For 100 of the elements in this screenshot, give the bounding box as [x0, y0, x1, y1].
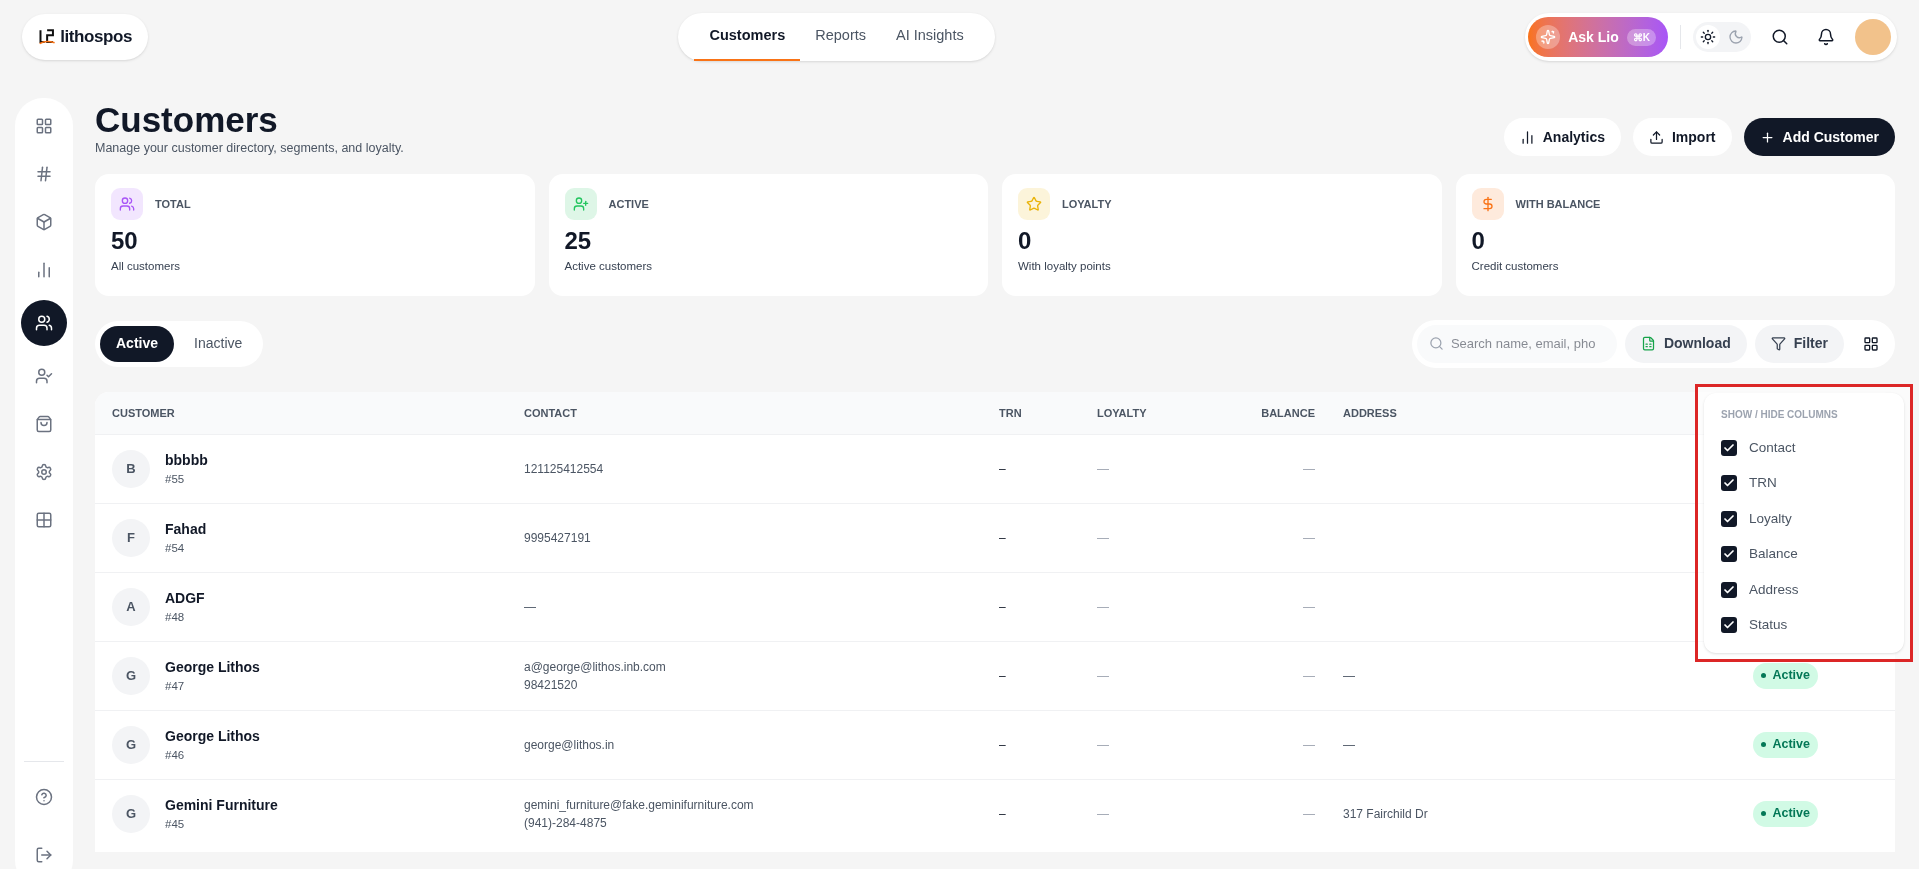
nav-tab[interactable]: Reports	[800, 13, 881, 61]
loyalty-cell-text: —	[1097, 460, 1110, 478]
page-subtitle: Manage your customer directory, segments, and loyalty.	[95, 140, 404, 157]
sparkle-icon	[1536, 25, 1561, 49]
help-icon	[35, 788, 53, 806]
upload-icon	[1649, 129, 1664, 145]
grid-icon	[1863, 335, 1879, 352]
filter-icon	[1770, 336, 1786, 352]
checkbox[interactable]	[1721, 581, 1737, 598]
check-icon	[1723, 512, 1735, 525]
initial-avatar: G	[112, 656, 150, 695]
loyalty-cell-text: —	[1097, 805, 1110, 823]
sidebar-item[interactable]	[21, 300, 67, 346]
stat-label: WITH BALANCE	[1515, 196, 1601, 212]
column-toggle[interactable]: Contact	[1721, 430, 1887, 466]
loyalty-cell-text: —	[1097, 529, 1110, 547]
bell-icon[interactable]	[1817, 28, 1835, 46]
contact-text: —	[524, 598, 537, 616]
nav-tab[interactable]: AI Insights	[881, 13, 979, 61]
stat-label: ACTIVE	[608, 196, 649, 212]
customer-id: #46	[165, 747, 186, 763]
customer-name: ADGF	[165, 588, 205, 608]
hash-icon	[35, 165, 53, 183]
search-icon	[1428, 335, 1444, 351]
trn-cell-text: –	[999, 805, 1007, 823]
bag-icon	[35, 415, 53, 433]
stat-caption: With loyalty points	[1018, 258, 1112, 274]
checkbox[interactable]	[1721, 617, 1737, 634]
menu-title: SHOW / HIDE COLUMNS	[1721, 408, 1839, 422]
balance-cell-text: —	[1303, 529, 1315, 547]
check-icon	[1723, 583, 1735, 596]
customer-name: George Lithos	[165, 657, 260, 677]
trn-cell-text: –	[999, 667, 1007, 685]
address-cell-text: 317 Fairchild Dr	[1343, 805, 1428, 823]
contact-text: 121125412554	[524, 460, 605, 478]
initial-avatar: G	[112, 794, 150, 833]
logout-icon	[35, 846, 53, 864]
initial-avatar: F	[112, 518, 150, 557]
nav-tab[interactable]: Customers	[694, 13, 801, 61]
customer-id: #55	[165, 471, 186, 487]
balance-cell-text: —	[1303, 805, 1315, 823]
column-toggle[interactable]: TRN	[1721, 465, 1887, 501]
theme-toggle[interactable]	[1693, 22, 1751, 52]
trn-cell-text: –	[999, 736, 1007, 754]
plus-icon	[1759, 129, 1775, 145]
trn-cell-text: –	[999, 598, 1007, 616]
stat-caption: All customers	[111, 258, 182, 274]
column-toggle[interactable]: Balance	[1721, 536, 1887, 572]
grid-icon	[35, 117, 53, 135]
shortcut-badge: ⌘K	[1626, 28, 1656, 46]
check-icon	[1723, 441, 1735, 454]
checkbox[interactable]	[1721, 546, 1737, 563]
stat-value: 25	[564, 225, 593, 256]
trn-cell-text: –	[999, 529, 1007, 547]
cube-icon	[35, 213, 53, 231]
column-toggle[interactable]: Address	[1721, 572, 1887, 608]
customer-name: bbbbb	[165, 450, 208, 470]
filter-button[interactable]: Filter	[1754, 324, 1844, 363]
contact-text: 9995427191	[524, 529, 592, 547]
spreadsheet-icon	[1640, 336, 1656, 352]
status-tab[interactable]: Active	[100, 325, 175, 362]
stat-value: 0	[1018, 225, 1033, 256]
column-toggle[interactable]: Loyalty	[1721, 501, 1887, 537]
bar-chart-icon	[35, 261, 53, 279]
users-icon	[35, 314, 53, 332]
checkbox[interactable]	[1721, 475, 1737, 492]
tiles-icon	[35, 511, 53, 529]
search-field[interactable]: Search name, email, pho	[1416, 324, 1617, 363]
stat-value: 0	[1471, 225, 1486, 256]
stat-label: LOYALTY	[1062, 196, 1112, 212]
page-title: Customers	[95, 101, 279, 139]
customer-name: Gemini Furniture	[165, 795, 278, 815]
checkbox[interactable]	[1721, 439, 1737, 456]
action-button[interactable]: Analytics	[1503, 118, 1621, 156]
action-button[interactable]: Add Customer	[1743, 118, 1895, 156]
search-icon[interactable]	[1771, 28, 1789, 46]
download-button[interactable]: Download	[1624, 324, 1747, 363]
sun-icon	[1696, 25, 1720, 49]
customer-name: George Lithos	[165, 726, 260, 746]
trn-cell-text: –	[999, 460, 1007, 478]
contact-text: a@george@lithos.inb.com	[524, 658, 667, 676]
column-header: LOYALTY	[1097, 405, 1147, 421]
customer-name: Fahad	[165, 519, 207, 539]
customer-id: #45	[165, 816, 186, 832]
bar-chart-icon	[1519, 129, 1535, 145]
action-button[interactable]: Import	[1633, 118, 1732, 156]
initial-avatar: G	[112, 725, 150, 764]
checkbox[interactable]	[1721, 510, 1737, 527]
customer-id: #48	[165, 609, 186, 625]
column-toggle[interactable]: Status	[1721, 607, 1887, 643]
balance-cell-text: —	[1303, 598, 1315, 616]
status-tab[interactable]: Inactive	[178, 325, 259, 362]
contact-text: 98421520	[524, 676, 579, 694]
column-header: BALANCE	[1261, 405, 1315, 421]
address-cell-text: —	[1343, 667, 1355, 685]
contact-text: (941)-284-4875	[524, 814, 608, 832]
logo-badge[interactable]: lithospos	[22, 14, 148, 60]
stat-label: TOTAL	[155, 196, 191, 212]
initial-avatar: B	[112, 449, 150, 488]
status-badge: Active	[1753, 662, 1818, 689]
